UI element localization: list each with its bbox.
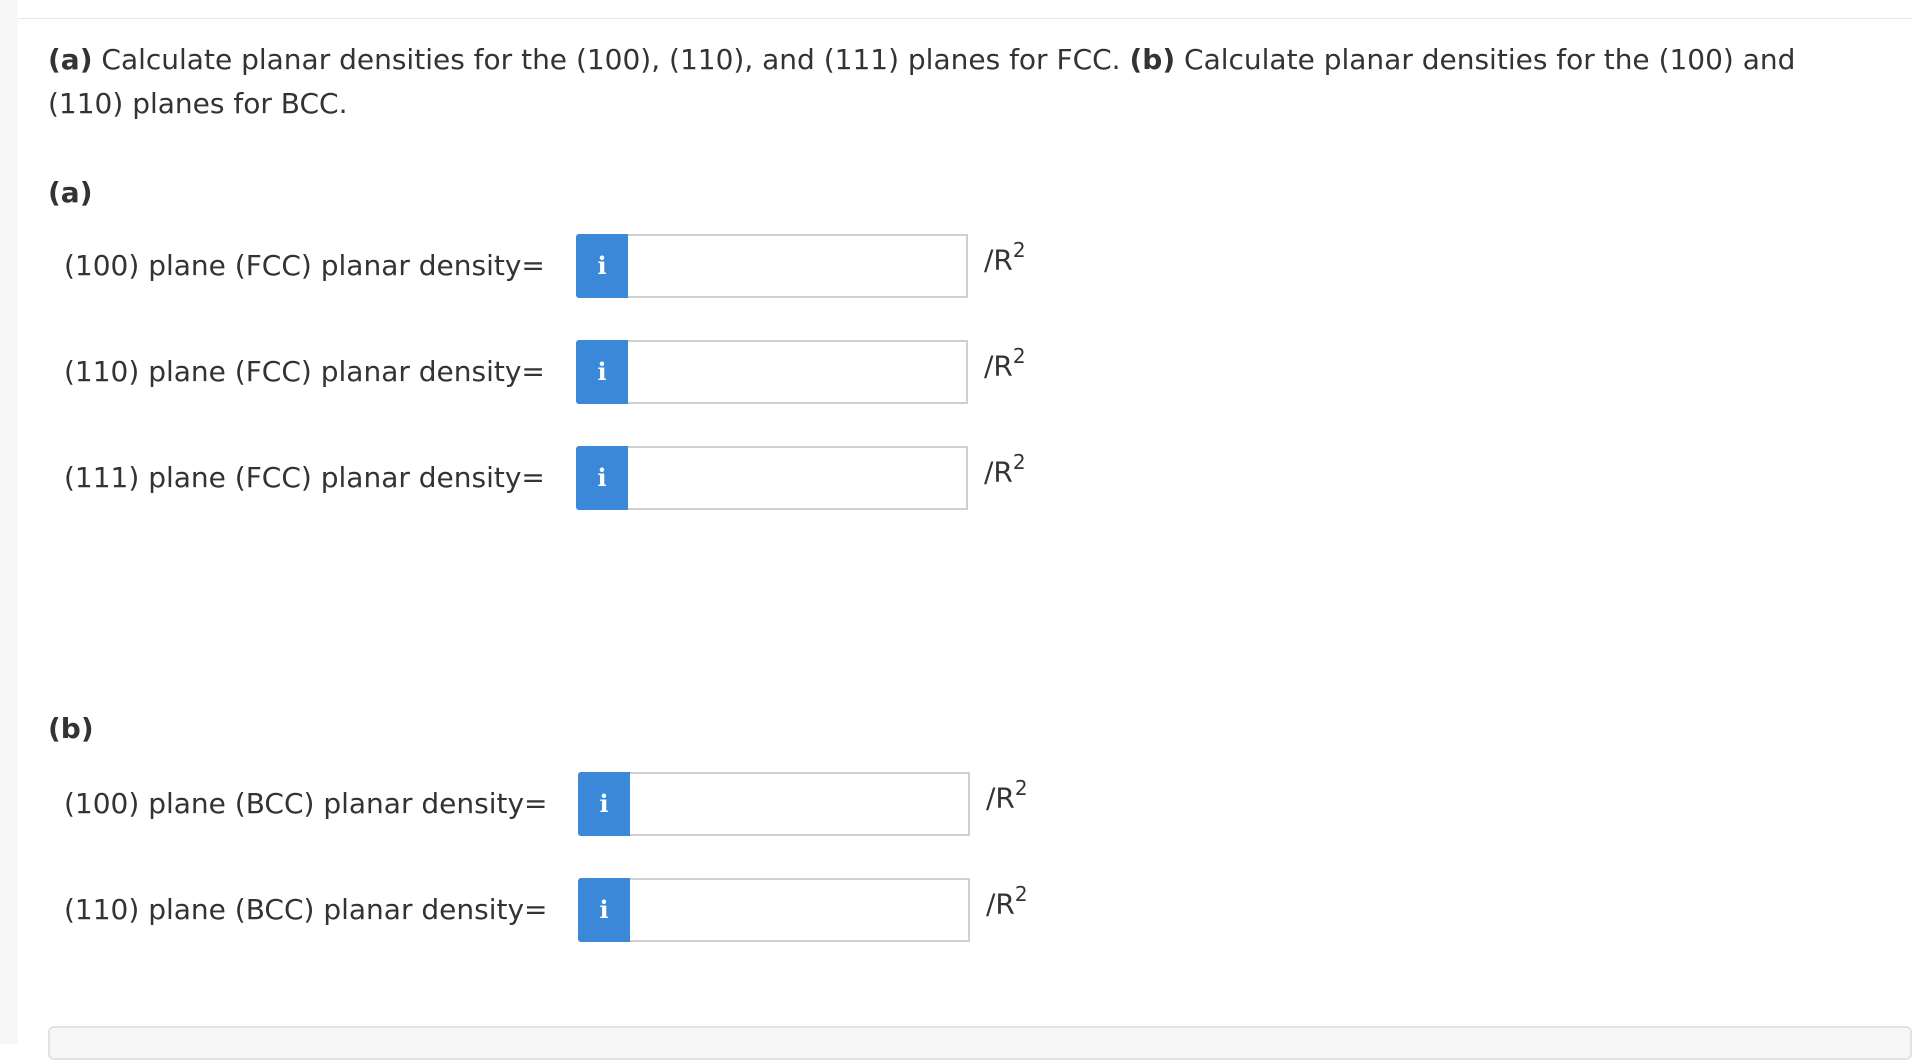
fcc-100-label: (100) plane (FCC) planar density= (64, 249, 545, 282)
fcc-111-unit-base: /R (984, 455, 1013, 489)
fcc-111-unit-exponent: 2 (1012, 450, 1026, 474)
question-part-a-label: (a) (48, 43, 93, 76)
bcc-110-info-icon[interactable]: i (578, 878, 630, 942)
fcc-110-label: (110) plane (FCC) planar density= (64, 355, 545, 388)
fcc-100-unit-exponent: 2 (1012, 238, 1026, 262)
fcc-100-unit: /R2 (984, 238, 1026, 277)
question-text: (a) Calculate planar densities for the (… (48, 38, 1828, 126)
bcc-110-input[interactable] (630, 878, 970, 942)
fcc-110-unit: /R2 (984, 344, 1026, 383)
feedback-panel (48, 1026, 1912, 1060)
fcc-100-input[interactable] (628, 234, 968, 298)
bcc-110-unit: /R2 (986, 882, 1028, 921)
top-divider (18, 18, 1912, 19)
bcc-100-unit-exponent: 2 (1014, 776, 1028, 800)
fcc-110-unit-base: /R (984, 349, 1013, 383)
bcc-110-unit-base: /R (986, 887, 1015, 921)
part-a-heading: (a) (48, 176, 93, 209)
fcc-111-info-icon[interactable]: i (576, 446, 628, 510)
bcc-100-input[interactable] (630, 772, 970, 836)
fcc-110-info-icon[interactable]: i (576, 340, 628, 404)
fcc-100-info-icon[interactable]: i (576, 234, 628, 298)
bcc-100-unit: /R2 (986, 776, 1028, 815)
question-part-b-label: (b) (1129, 43, 1176, 76)
fcc-110-unit-exponent: 2 (1012, 344, 1026, 368)
bcc-100-info-icon[interactable]: i (578, 772, 630, 836)
fcc-110-input[interactable] (628, 340, 968, 404)
fcc-111-input[interactable] (628, 446, 968, 510)
part-b-heading: (b) (48, 712, 94, 745)
fcc-100-unit-base: /R (984, 243, 1013, 277)
fcc-111-label: (111) plane (FCC) planar density= (64, 461, 545, 494)
bcc-100-label: (100) plane (BCC) planar density= (64, 787, 548, 820)
bcc-110-label: (110) plane (BCC) planar density= (64, 893, 548, 926)
left-gutter (0, 0, 18, 1044)
question-part-a-text: Calculate planar densities for the (100)… (92, 43, 1130, 76)
bcc-100-unit-base: /R (986, 781, 1015, 815)
fcc-111-unit: /R2 (984, 450, 1026, 489)
bcc-110-unit-exponent: 2 (1014, 882, 1028, 906)
